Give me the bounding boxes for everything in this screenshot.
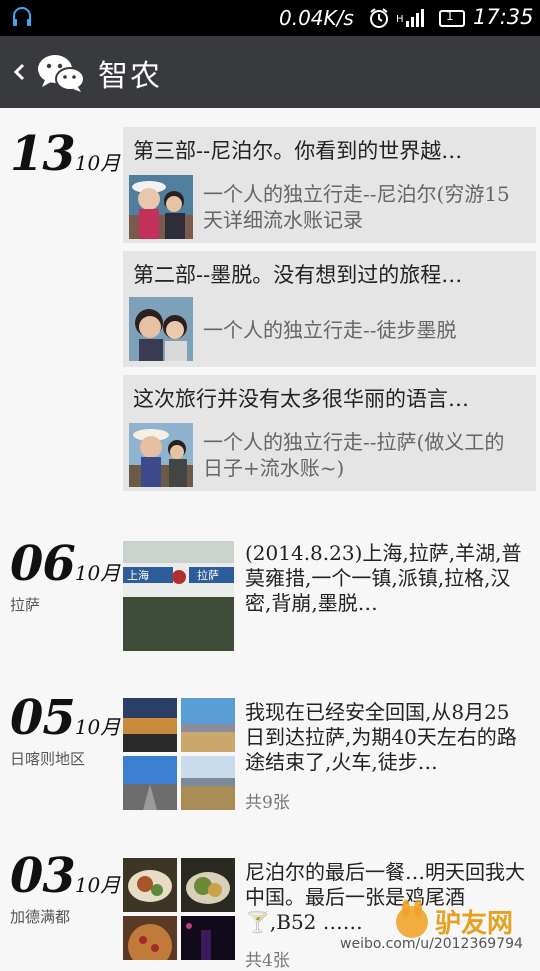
article-title: 这次旅行并没有太多很华丽的语言… [133, 387, 469, 411]
photo-thumb-4 [181, 916, 235, 960]
photo-thumb-3 [123, 916, 177, 960]
photo-count: 共4张 [245, 951, 290, 971]
lvyou-logo: 驴友网 [396, 899, 513, 939]
photo-thumb-1 [123, 858, 177, 912]
photo-thumb-3 [123, 756, 177, 810]
date-label-03: 0310月 加德满都 [10, 848, 120, 927]
signal-h-icon: H [396, 9, 424, 27]
photo-grid[interactable] [123, 858, 235, 960]
train-sign-from: 上海 [127, 568, 149, 582]
date-day: 06 [10, 536, 76, 592]
date-month: 10月 [74, 151, 121, 175]
post-location: 加德满都 [10, 908, 71, 926]
article-subtitle: 一个人的独立行走--尼泊尔(穷游15天详细流水账记录 [203, 182, 510, 232]
article-thumbnail [129, 175, 193, 239]
article-title: 第二部--墨脱。没有想到过的旅程… [133, 263, 463, 287]
photo-thumb-2 [181, 858, 235, 912]
photo-count: 共9张 [245, 793, 290, 813]
post-text[interactable]: 我现在已经安全回国,从8月25日到达拉萨,为期40天左右的路途结束了,火车,徒步… [245, 700, 527, 775]
article-thumbnail [129, 297, 193, 361]
shared-article-card[interactable]: 第三部--尼泊尔。你看到的世界越… 一个人的独立行走--尼泊尔(穷游15天详细流… [123, 127, 536, 243]
back-chevron-icon[interactable] [12, 58, 26, 86]
album-feed: 1310月 第三部--尼泊尔。你看到的世界越… 一个人的独立行走--尼泊尔(穷游… [0, 108, 540, 971]
date-day: 13 [10, 126, 76, 182]
date-month: 10月 [74, 873, 121, 897]
train-photo[interactable]: 上海 拉萨 [123, 541, 234, 651]
sim-slot-number: 1 [446, 9, 454, 23]
alarm-icon [370, 8, 388, 28]
title-bar: 智农 [0, 36, 540, 108]
date-month: 10月 [74, 561, 121, 585]
clock: 17:35 [473, 5, 534, 29]
article-subtitle: 一个人的独立行走--拉萨(做义工的日子+流水账~) [203, 430, 505, 480]
date-month: 10月 [74, 715, 121, 739]
article-thumbnail [129, 423, 193, 487]
photo-thumb-4 [181, 756, 235, 810]
wechat-logo-icon [38, 55, 85, 92]
date-label-05: 0510月 日喀则地区 [10, 690, 120, 769]
weibo-url: weibo.com/u/2012369794 [340, 936, 523, 952]
post-location: 日喀则地区 [10, 750, 86, 768]
date-day: 03 [10, 848, 76, 904]
article-subtitle: 一个人的独立行走--徒步墨脱 [203, 318, 457, 342]
train-sign-to: 拉萨 [197, 568, 219, 582]
shared-article-card[interactable]: 第二部--墨脱。没有想到过的旅程… 一个人的独立行走--徒步墨脱 [123, 251, 536, 367]
photo-thumb-2 [181, 698, 235, 752]
date-label-13: 1310月 [10, 126, 120, 182]
post-location: 拉萨 [10, 596, 41, 614]
photo-thumb-1 [123, 698, 177, 752]
headset-notification-icon [13, 7, 31, 26]
watermark: 驴友网 weibo.com/u/2012369794 [340, 899, 540, 960]
status-bar: 0.04K/s H 1 17:35 [0, 0, 540, 36]
svg-text:H: H [396, 14, 404, 25]
photo-grid[interactable] [123, 698, 235, 810]
date-day: 05 [10, 690, 76, 746]
post-text[interactable]: (2014.8.23)上海,拉萨,羊湖,普莫雍措,一个一镇,派镇,拉格,汉密,背… [245, 541, 527, 616]
brand-text: 驴友网 [435, 908, 513, 939]
shared-article-card[interactable]: 这次旅行并没有太多很华丽的语言… 一个人的独立行走--拉萨(做义工的日子+流水账… [123, 375, 536, 491]
page-title: 智农 [98, 59, 162, 94]
network-speed: 0.04K/s [279, 6, 354, 30]
article-title: 第三部--尼泊尔。你看到的世界越… [133, 139, 463, 163]
date-label-06: 0610月 拉萨 [10, 536, 120, 615]
